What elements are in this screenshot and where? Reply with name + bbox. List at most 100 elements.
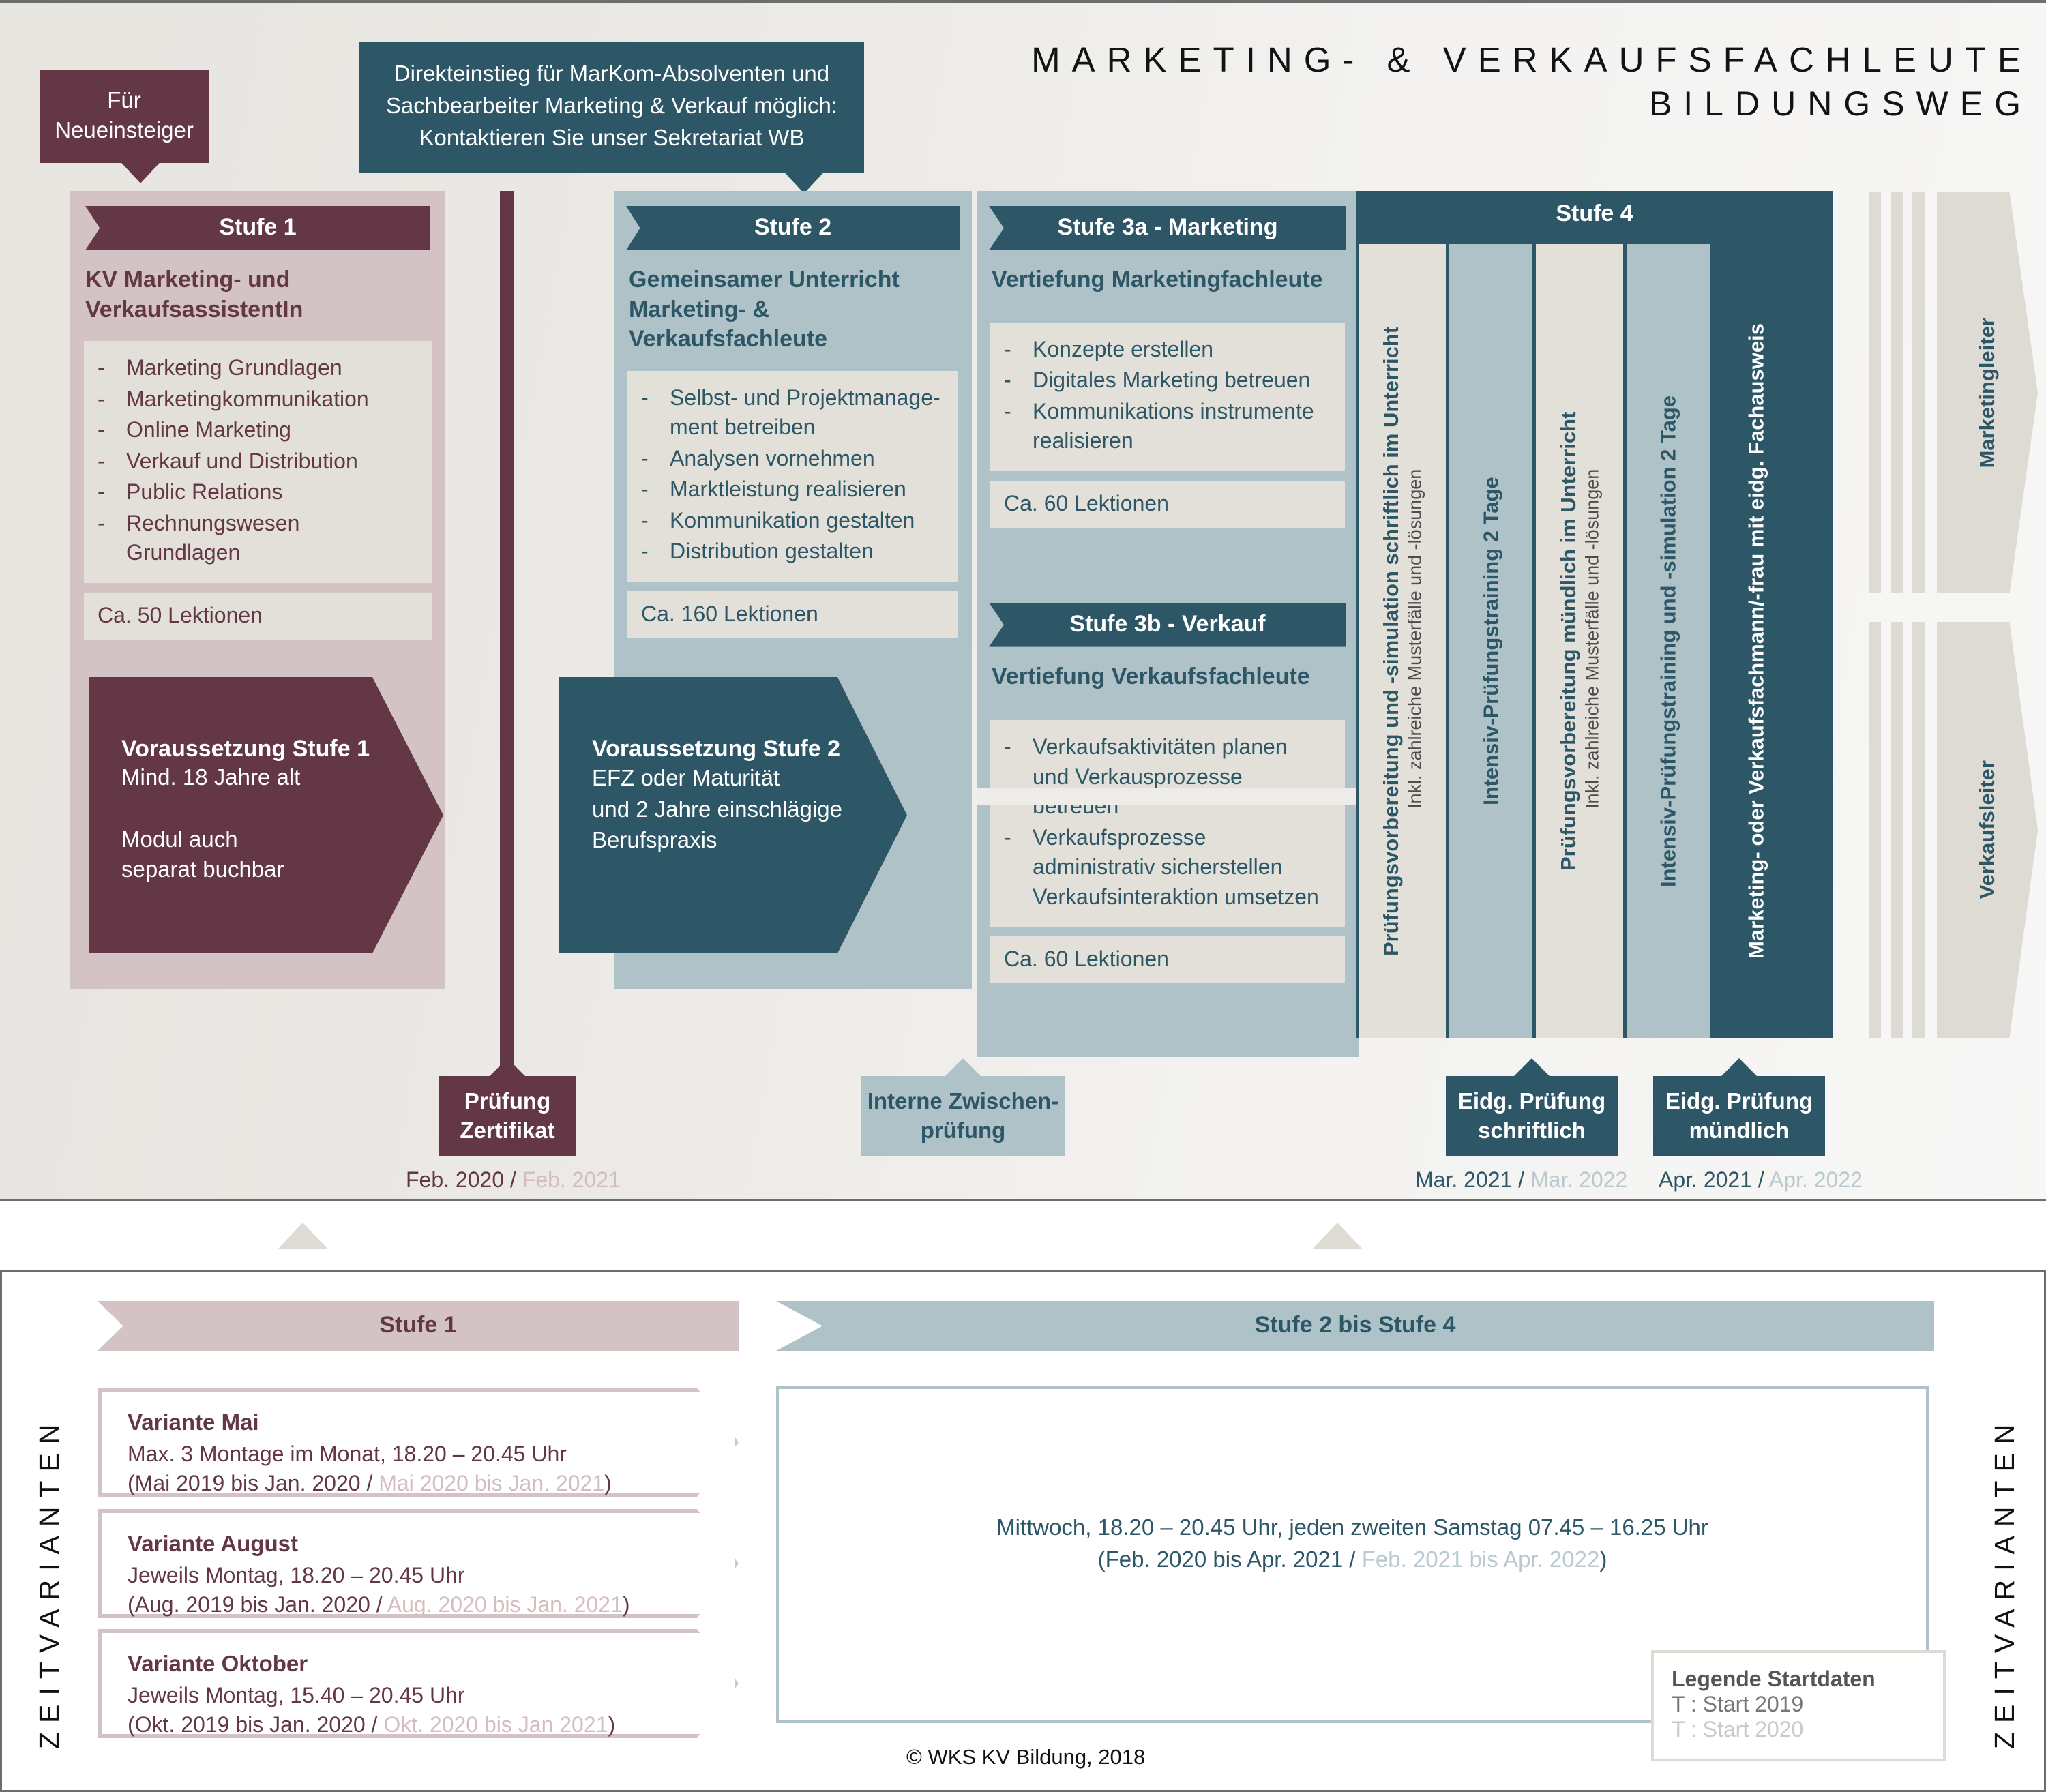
variant-date-open: (Mai 2019 bis Jan. 2020 <box>128 1471 361 1496</box>
zeitvarianten-panel: ZEITVARIANTEN ZEITVARIANTEN Stufe 1 Stuf… <box>0 1270 2046 1792</box>
legende-line1: T : Start 2019 <box>1672 1692 1804 1716</box>
stage1-subtitle: KV Marketing- und VerkaufsassistentIn <box>85 267 303 323</box>
topic-label: Analysen vornehmen <box>670 445 875 471</box>
exam-nub <box>1721 1058 1757 1076</box>
stage1-lektionen: Ca. 50 Lektionen <box>84 592 432 640</box>
topic-item: - Marktleistung realisieren <box>641 475 945 505</box>
callout-neueinsteiger: Für Neueinsteiger <box>40 70 209 183</box>
callout-direkteinstieg: Direkteinstieg für MarKom-Absolventen un… <box>359 42 864 194</box>
topic-label: Verkaufsaktivitäten planen und Verkauspr… <box>1033 734 1288 819</box>
exam-date-next: Mar. 2022 <box>1530 1167 1628 1192</box>
topic-label: Konzepte erstellen <box>1033 336 1214 361</box>
variant-date-close: ) <box>604 1471 612 1496</box>
stage4-column-subtitle: Inkl. zahlreiche Musterfälle und -lösung… <box>1582 468 1603 809</box>
page-title: MARKETING- & VERKAUFSFACHLEUTE BILDUNGSW… <box>1031 38 2032 125</box>
callout-neueinsteiger-text: Für Neueinsteiger <box>55 87 194 143</box>
connector-triangle <box>1313 1223 1362 1249</box>
voraussetzung-stufe2-title: Voraussetzung Stufe 2 <box>592 736 840 762</box>
stage2-ribbon: Stufe 2 <box>626 206 960 250</box>
stripe <box>1869 622 1881 1038</box>
stufe24-date-sep: / <box>1343 1546 1362 1572</box>
stufe24-date-open: (Feb. 2020 bis Apr. 2021 <box>1097 1546 1344 1572</box>
voraussetzung-stufe2-line3: Berufspraxis <box>592 827 717 853</box>
topic-label: Digitales Marketing betreuen <box>1033 368 1311 393</box>
topic-item: - Konzepte erstellen <box>1004 335 1331 365</box>
page-title-line1: MARKETING- & VERKAUFSFACHLEUTE <box>1031 40 2032 79</box>
exam-date-current: Mar. 2021 <box>1415 1167 1513 1192</box>
exam-date-next: Feb. 2021 <box>522 1167 621 1192</box>
exam-box-eidg-pruefung-muendlich: Eidg. Prüfung mündlich <box>1653 1058 1825 1156</box>
exam-label: Interne Zwischen- prüfung <box>867 1088 1059 1143</box>
variant-daterange: (Aug. 2019 bis Jan. 2020 / Aug. 2020 bis… <box>128 1590 709 1618</box>
stage4-column-title: Prüfungsvorbereitung mündlich im Unterri… <box>1556 411 1581 871</box>
variant-schedule: Jeweils Montag, 15.40 – 20.45 Uhr <box>128 1683 465 1707</box>
exam-nub <box>490 1058 525 1076</box>
voraussetzung-stufe1-line3: separat buchbar <box>121 856 284 882</box>
side-label-left: ZEITVARIANTEN <box>33 1415 65 1749</box>
stage4-column-title: Prüfungsvorbereitung und -simulation sch… <box>1379 326 1404 956</box>
variant-box-3: Variante Oktober Jeweils Montag, 15.40 – … <box>98 1629 739 1738</box>
stage3b-subtitle: Vertiefung Verkaufsfachleute <box>992 663 1310 689</box>
voraussetzung-stufe2-line1: EFZ oder Maturität <box>592 765 780 790</box>
stage3b-lektionen: Ca. 60 Lektionen <box>990 936 1345 984</box>
exam-nub <box>1514 1058 1550 1076</box>
bullet-dash-icon: - <box>98 448 105 473</box>
stage4-column-5: Marketing- oder Verkaufsfachmann/-frau m… <box>1713 244 1799 1038</box>
copyright-text: © WKS KV Bildung, 2018 <box>906 1745 1146 1769</box>
stage2-lektionen: Ca. 160 Lektionen <box>627 591 958 638</box>
stripe <box>1912 192 1925 593</box>
stage1-ribbon: Stufe 1 <box>85 206 430 250</box>
bullet-dash-icon: - <box>1004 824 1011 850</box>
variant-date-dim: Aug. 2020 bis Jan. 2021 <box>387 1592 623 1617</box>
topic-label: Marketingkommunikation <box>126 386 369 411</box>
bullet-dash-icon: - <box>1004 734 1011 760</box>
exam-nub <box>945 1058 981 1076</box>
stage3a-lektionen: Ca. 60 Lektionen <box>990 480 1345 528</box>
variant-date-close: ) <box>608 1712 616 1737</box>
topic-item: - Analysen vornehmen <box>641 444 945 474</box>
stufe24-date-close: ) <box>1599 1546 1607 1572</box>
exam-date-schriftlich: Mar. 2021 / Mar. 2022 <box>1415 1167 1627 1193</box>
bullet-dash-icon: - <box>98 479 105 505</box>
variant-date-dim: Mai 2020 bis Jan. 2021 <box>379 1471 605 1496</box>
variant-date-sep: / <box>370 1592 387 1617</box>
topic-item: - Marketing Grundlagen <box>98 353 418 383</box>
bullet-dash-icon: - <box>98 417 105 443</box>
stage4-column-4: Intensiv-Prüfungstraining und -simulatio… <box>1627 244 1710 1038</box>
stripes-verkauf <box>1869 622 1925 1038</box>
variant-date-open: (Aug. 2019 bis Jan. 2020 <box>128 1592 370 1617</box>
pathway-diagram-top: MARKETING- & VERKAUFSFACHLEUTE BILDUNGSW… <box>0 0 2046 1201</box>
exam-label: Prüfung Zertifikat <box>460 1088 555 1143</box>
voraussetzung-stufe1-line2: Modul auch <box>121 826 238 852</box>
voraussetzung-stufe1-box: Voraussetzung Stufe 1 Mind. 18 Jahre alt… <box>89 677 443 953</box>
exam-date-next: Apr. 2022 <box>1768 1167 1863 1192</box>
stripe <box>1891 622 1903 1038</box>
topic-label: Rechnungswesen Grundlagen <box>126 510 300 565</box>
stage3a-ribbon: Stufe 3a - Marketing <box>989 206 1346 250</box>
exam-date-muendlich: Apr. 2021 / Apr. 2022 <box>1659 1167 1863 1193</box>
bullet-dash-icon: - <box>98 355 105 380</box>
connector-triangle <box>278 1223 327 1249</box>
topic-item: - Verkaufsaktivitäten planen und Verkausp… <box>1004 732 1331 822</box>
stage1-side-bar <box>500 191 514 1071</box>
topic-label: Kommunikations instrumente realisieren <box>1033 398 1314 453</box>
bullet-dash-icon: - <box>641 385 649 410</box>
stage3b-topics: - Verkaufsaktivitäten planen und Verkausp… <box>990 720 1345 927</box>
topic-item: - Verkaufsprozesse administrativ sicherst… <box>1004 823 1331 912</box>
career-chevron-marketingleiter: Marketingleiter <box>1937 192 2038 593</box>
topic-label: Online Marketing <box>126 417 291 443</box>
page-title-line2: BILDUNGSWEG <box>1648 85 2032 123</box>
bar-stufe1: Stufe 1 <box>98 1301 739 1351</box>
topic-label: Verkaufsprozesse administrativ sicherste… <box>1033 824 1319 909</box>
variant-date-open: (Okt. 2019 bis Jan. 2020 <box>128 1712 366 1737</box>
bullet-dash-icon: - <box>1004 368 1011 393</box>
exam-date-sep: / <box>1752 1167 1769 1192</box>
voraussetzung-stufe1-line1: Mind. 18 Jahre alt <box>121 764 301 790</box>
stage4-column-2: Intensiv-Prüfungstraining 2 Tage <box>1449 244 1532 1038</box>
stage4-column-3: Prüfungsvorbereitung mündlich im Unterri… <box>1536 244 1623 1038</box>
exam-box-pruefung-zertifikat: Prüfung Zertifikat <box>439 1058 576 1156</box>
variant-date-dim: Okt. 2020 bis Jan 2021 <box>383 1712 608 1737</box>
topic-item: - Rechnungswesen Grundlagen <box>98 509 418 568</box>
variant-box-1: Variante Mai Max. 3 Montage im Monat, 18.… <box>98 1388 739 1497</box>
stage4-column-title: Marketing- oder Verkaufsfachmann/-frau m… <box>1744 323 1768 959</box>
